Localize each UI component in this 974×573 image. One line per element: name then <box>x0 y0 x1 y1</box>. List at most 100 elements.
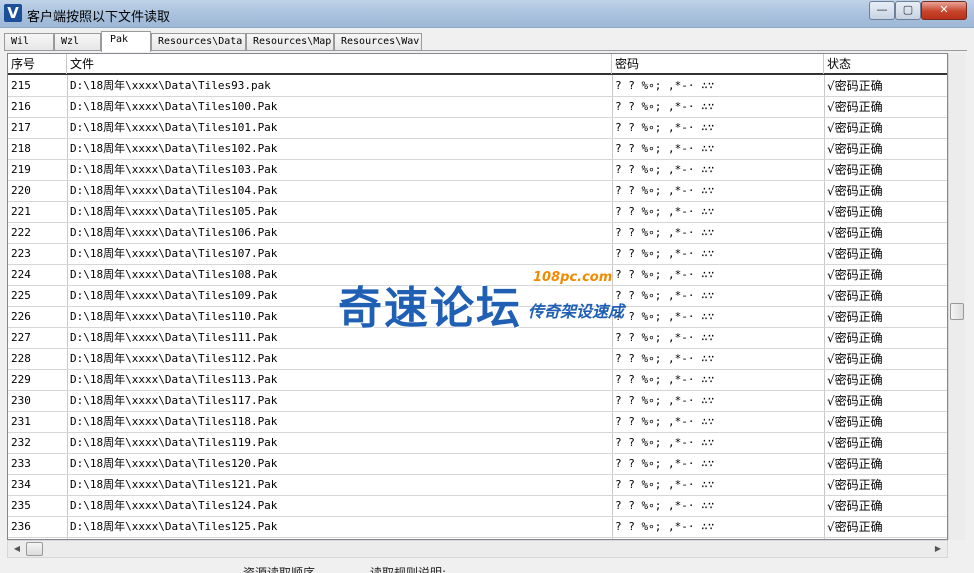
row-password: ? ? %∘; ,*-· ∴∵ <box>615 436 715 449</box>
row-file-path: D:\18周年\xxxx\Data\Tiles100.Pak <box>70 100 278 113</box>
row-index: 226 <box>11 310 31 323</box>
column-header-file[interactable]: 文件 <box>67 54 612 74</box>
row-index: 235 <box>11 499 31 512</box>
table-row[interactable]: 233 D:\18周年\xxxx\Data\Tiles120.Pak ? ? %∘;… <box>8 454 947 475</box>
row-password: ? ? %∘; ,*-· ∴∵ <box>615 247 715 260</box>
tab-resources-wav[interactable]: Resources\Wav <box>334 33 422 51</box>
row-password: ? ? %∘; ,*-· ∴∵ <box>615 226 715 239</box>
row-index: 224 <box>11 268 31 281</box>
close-button[interactable]: ✕ <box>921 1 967 20</box>
row-status: √密码正确 <box>827 247 883 261</box>
table-row[interactable]: 234 D:\18周年\xxxx\Data\Tiles121.Pak ? ? %∘;… <box>8 475 947 496</box>
row-status: √密码正确 <box>827 331 883 345</box>
file-list-table[interactable]: 序号 文件 密码 状态 215 D:\18周年\xxxx\Data\Tiles93… <box>7 53 948 540</box>
table-row[interactable]: 226 D:\18周年\xxxx\Data\Tiles110.Pak ? ? %∘;… <box>8 307 947 328</box>
row-status: √密码正确 <box>827 478 883 492</box>
row-file-path: D:\18周年\xxxx\Data\Tiles125.Pak <box>70 520 278 533</box>
column-header-index[interactable]: 序号 <box>8 54 67 74</box>
tab-wil[interactable]: Wil <box>4 33 54 51</box>
table-row[interactable]: 221 D:\18周年\xxxx\Data\Tiles105.Pak ? ? %∘;… <box>8 202 947 223</box>
row-file-path: D:\18周年\xxxx\Data\Tiles121.Pak <box>70 478 278 491</box>
row-status: √密码正确 <box>827 163 883 177</box>
row-password: ? ? %∘; ,*-· ∴∵ <box>615 184 715 197</box>
tab-pak[interactable]: Pak <box>101 31 151 52</box>
row-file-path: D:\18周年\xxxx\Data\Tiles109.Pak <box>70 289 278 302</box>
horizontal-scroll-thumb[interactable] <box>26 542 43 556</box>
row-password: ? ? %∘; ,*-· ∴∵ <box>615 373 715 386</box>
row-file-path: D:\18周年\xxxx\Data\Tiles111.Pak <box>70 331 278 344</box>
row-password: ? ? %∘; ,*-· ∴∵ <box>615 520 715 533</box>
row-password: ? ? %∘; ,*-· ∴∵ <box>615 352 715 365</box>
app-icon: V <box>4 4 22 22</box>
horizontal-scrollbar[interactable]: ◀ ▶ <box>7 540 948 558</box>
table-row[interactable]: 231 D:\18周年\xxxx\Data\Tiles118.Pak ? ? %∘;… <box>8 412 947 433</box>
table-row[interactable]: 227 D:\18周年\xxxx\Data\Tiles111.Pak ? ? %∘;… <box>8 328 947 349</box>
row-index: 230 <box>11 394 31 407</box>
column-header-status[interactable]: 状态 <box>824 54 947 74</box>
row-password: ? ? %∘; ,*-· ∴∵ <box>615 205 715 218</box>
table-row[interactable]: 232 D:\18周年\xxxx\Data\Tiles119.Pak ? ? %∘;… <box>8 433 947 454</box>
row-index: 219 <box>11 163 31 176</box>
table-row[interactable]: 228 D:\18周年\xxxx\Data\Tiles112.Pak ? ? %∘;… <box>8 349 947 370</box>
row-index: 222 <box>11 226 31 239</box>
resource-order-label: 资源读取顺序 <box>243 566 316 573</box>
table-row[interactable]: 235 D:\18周年\xxxx\Data\Tiles124.Pak ? ? %∘;… <box>8 496 947 517</box>
row-status: √密码正确 <box>827 100 883 114</box>
table-row[interactable]: 236 D:\18周年\xxxx\Data\Tiles125.Pak ? ? %∘;… <box>8 517 947 538</box>
row-status: √密码正确 <box>827 268 883 282</box>
row-file-path: D:\18周年\xxxx\Data\Tiles120.Pak <box>70 457 278 470</box>
row-status: √密码正确 <box>827 352 883 366</box>
tab-resources-data[interactable]: Resources\Data <box>151 33 246 51</box>
tab-wzl[interactable]: Wzl <box>54 33 101 51</box>
table-row[interactable]: 217 D:\18周年\xxxx\Data\Tiles101.Pak ? ? %∘;… <box>8 118 947 139</box>
row-file-path: D:\18周年\xxxx\Data\Tiles108.Pak <box>70 268 278 281</box>
row-file-path: D:\18周年\xxxx\Data\Tiles104.Pak <box>70 184 278 197</box>
row-index: 234 <box>11 478 31 491</box>
row-file-path: D:\18周年\xxxx\Data\Tiles113.Pak <box>70 373 278 386</box>
scroll-right-arrow-icon[interactable]: ▶ <box>930 542 946 556</box>
row-password: ? ? %∘; ,*-· ∴∵ <box>615 121 715 134</box>
vertical-scroll-thumb[interactable] <box>950 303 964 320</box>
row-file-path: D:\18周年\xxxx\Data\Tiles102.Pak <box>70 142 278 155</box>
row-index: 229 <box>11 373 31 386</box>
table-row[interactable]: 215 D:\18周年\xxxx\Data\Tiles93.pak ? ? %∘; … <box>8 76 947 97</box>
row-file-path: D:\18周年\xxxx\Data\Tiles118.Pak <box>70 415 278 428</box>
row-status: √密码正确 <box>827 436 883 450</box>
row-file-path: D:\18周年\xxxx\Data\Tiles101.Pak <box>70 121 278 134</box>
row-status: √密码正确 <box>827 394 883 408</box>
row-status: √密码正确 <box>827 520 883 534</box>
window-title: 客户端按照以下文件读取 <box>27 10 171 25</box>
vertical-scrollbar[interactable] <box>948 53 965 540</box>
table-row[interactable]: 229 D:\18周年\xxxx\Data\Tiles113.Pak ? ? %∘;… <box>8 370 947 391</box>
row-status: √密码正确 <box>827 121 883 135</box>
table-row[interactable]: 218 D:\18周年\xxxx\Data\Tiles102.Pak ? ? %∘;… <box>8 139 947 160</box>
table-row[interactable]: 224 D:\18周年\xxxx\Data\Tiles108.Pak ? ? %∘;… <box>8 265 947 286</box>
tab-resources-map[interactable]: Resources\Map <box>246 33 334 51</box>
row-password: ? ? %∘; ,*-· ∴∵ <box>615 79 715 92</box>
table-row[interactable]: 223 D:\18周年\xxxx\Data\Tiles107.Pak ? ? %∘;… <box>8 244 947 265</box>
table-row[interactable]: 225 D:\18周年\xxxx\Data\Tiles109.Pak ? ? %∘;… <box>8 286 947 307</box>
row-index: 236 <box>11 520 31 533</box>
row-status: √密码正确 <box>827 373 883 387</box>
minimize-button[interactable]: — <box>869 1 895 20</box>
table-row[interactable]: 230 D:\18周年\xxxx\Data\Tiles117.Pak ? ? %∘;… <box>8 391 947 412</box>
row-file-path: D:\18周年\xxxx\Data\Tiles117.Pak <box>70 394 278 407</box>
maximize-button[interactable]: ▢ <box>895 1 921 20</box>
row-index: 223 <box>11 247 31 260</box>
row-file-path: D:\18周年\xxxx\Data\Tiles112.Pak <box>70 352 278 365</box>
table-row[interactable]: 222 D:\18周年\xxxx\Data\Tiles106.Pak ? ? %∘;… <box>8 223 947 244</box>
row-password: ? ? %∘; ,*-· ∴∵ <box>615 499 715 512</box>
read-rules-label: 读取规则说明: <box>370 566 447 573</box>
row-index: 216 <box>11 100 31 113</box>
row-index: 231 <box>11 415 31 428</box>
row-status: √密码正确 <box>827 289 883 303</box>
row-password: ? ? %∘; ,*-· ∴∵ <box>615 289 715 302</box>
row-password: ? ? %∘; ,*-· ∴∵ <box>615 457 715 470</box>
row-file-path: D:\18周年\xxxx\Data\Tiles93.pak <box>70 79 271 92</box>
column-header-password[interactable]: 密码 <box>612 54 824 74</box>
scroll-left-arrow-icon[interactable]: ◀ <box>9 542 25 556</box>
row-password: ? ? %∘; ,*-· ∴∵ <box>615 478 715 491</box>
table-row[interactable]: 219 D:\18周年\xxxx\Data\Tiles103.Pak ? ? %∘;… <box>8 160 947 181</box>
table-row[interactable]: 216 D:\18周年\xxxx\Data\Tiles100.Pak ? ? %∘;… <box>8 97 947 118</box>
table-row[interactable]: 220 D:\18周年\xxxx\Data\Tiles104.Pak ? ? %∘;… <box>8 181 947 202</box>
